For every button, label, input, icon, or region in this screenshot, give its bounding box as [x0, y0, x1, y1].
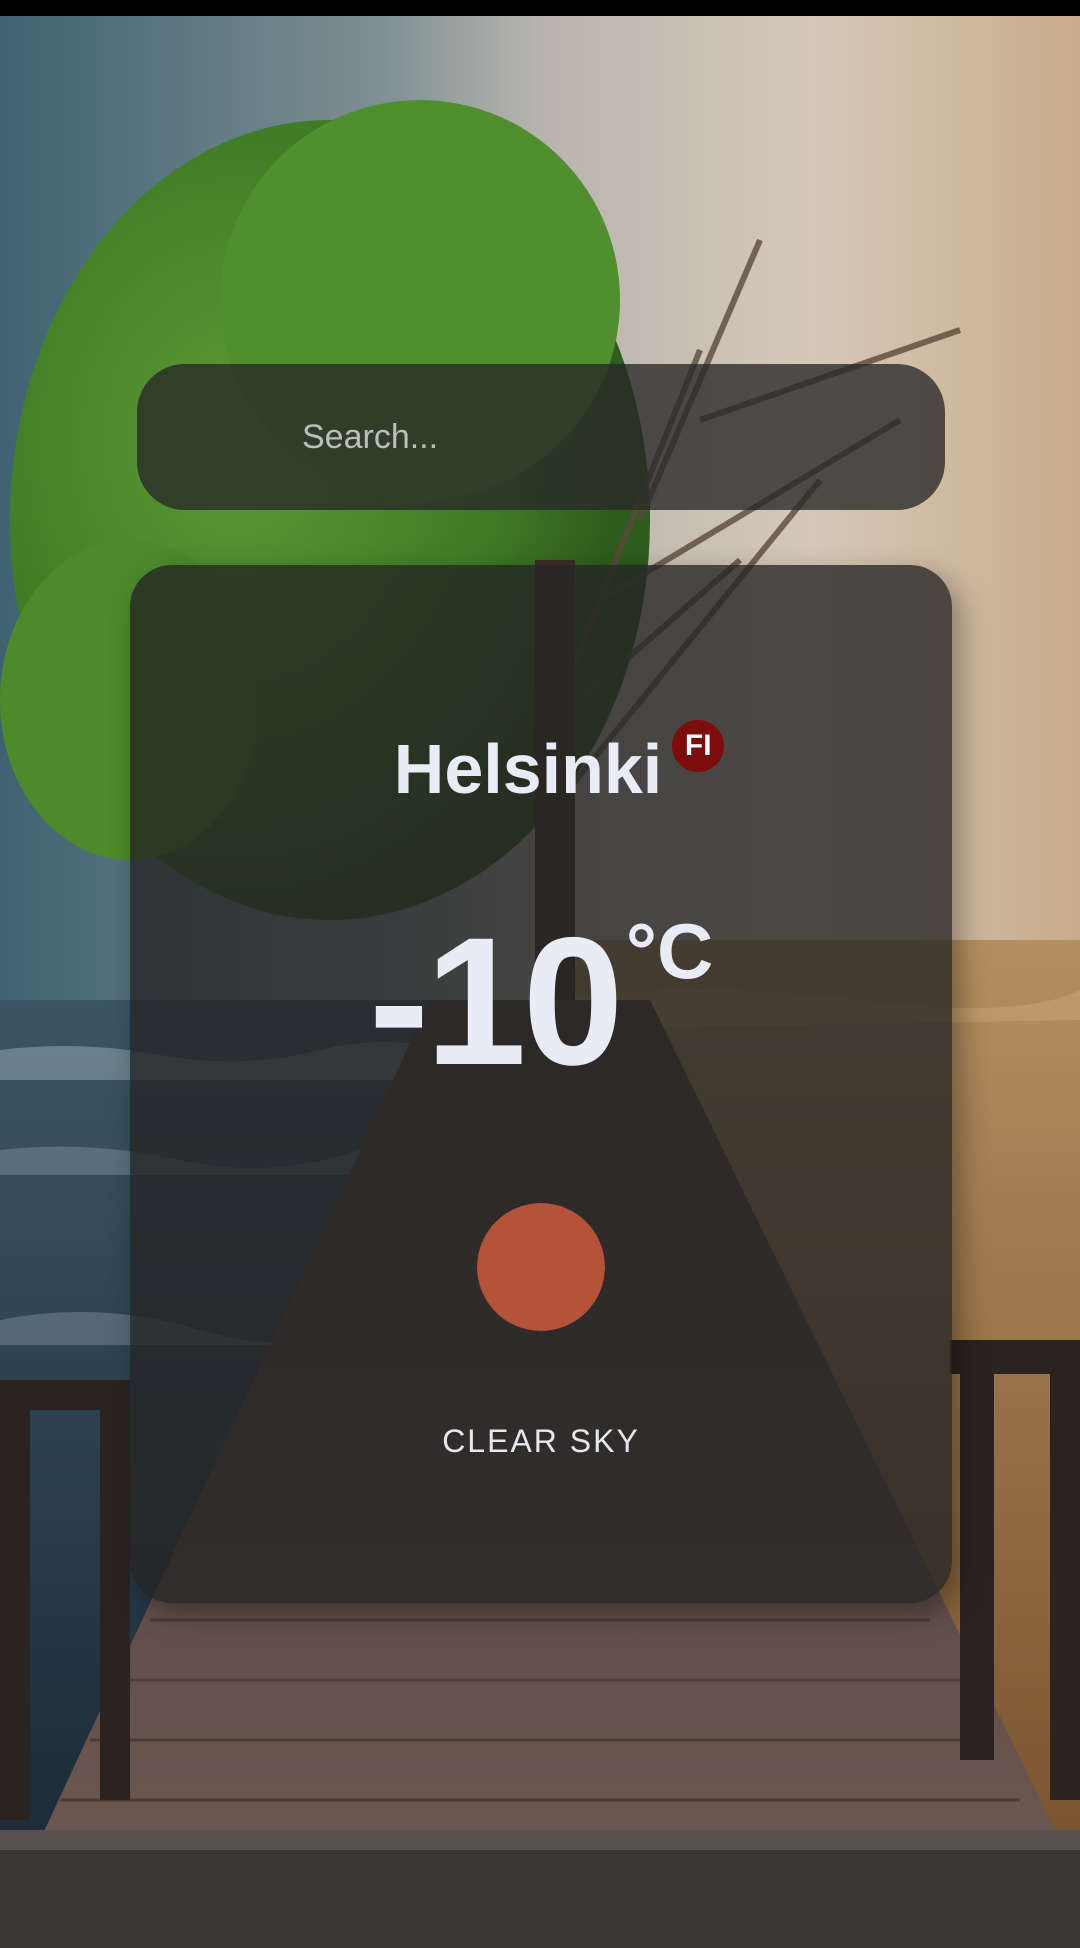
city-name: Helsinki — [393, 730, 663, 808]
sun-icon — [477, 1203, 605, 1331]
location-row: Helsinki FI — [130, 720, 952, 804]
search-input[interactable] — [300, 416, 864, 458]
weather-condition: CLEAR SKY — [442, 1423, 640, 1459]
temperature-row: -10 °C — [130, 910, 952, 1092]
weather-card: Helsinki FI -10 °C CLEAR SKY — [130, 565, 952, 1603]
country-badge: FI — [672, 720, 725, 772]
weather-app-screen: Helsinki FI -10 °C CLEAR SKY — [0, 0, 1080, 1948]
temperature-value: -10 — [368, 899, 624, 1103]
search-bar[interactable] — [137, 364, 945, 510]
temperature-unit: °C — [625, 907, 714, 995]
status-bar — [0, 0, 1080, 16]
